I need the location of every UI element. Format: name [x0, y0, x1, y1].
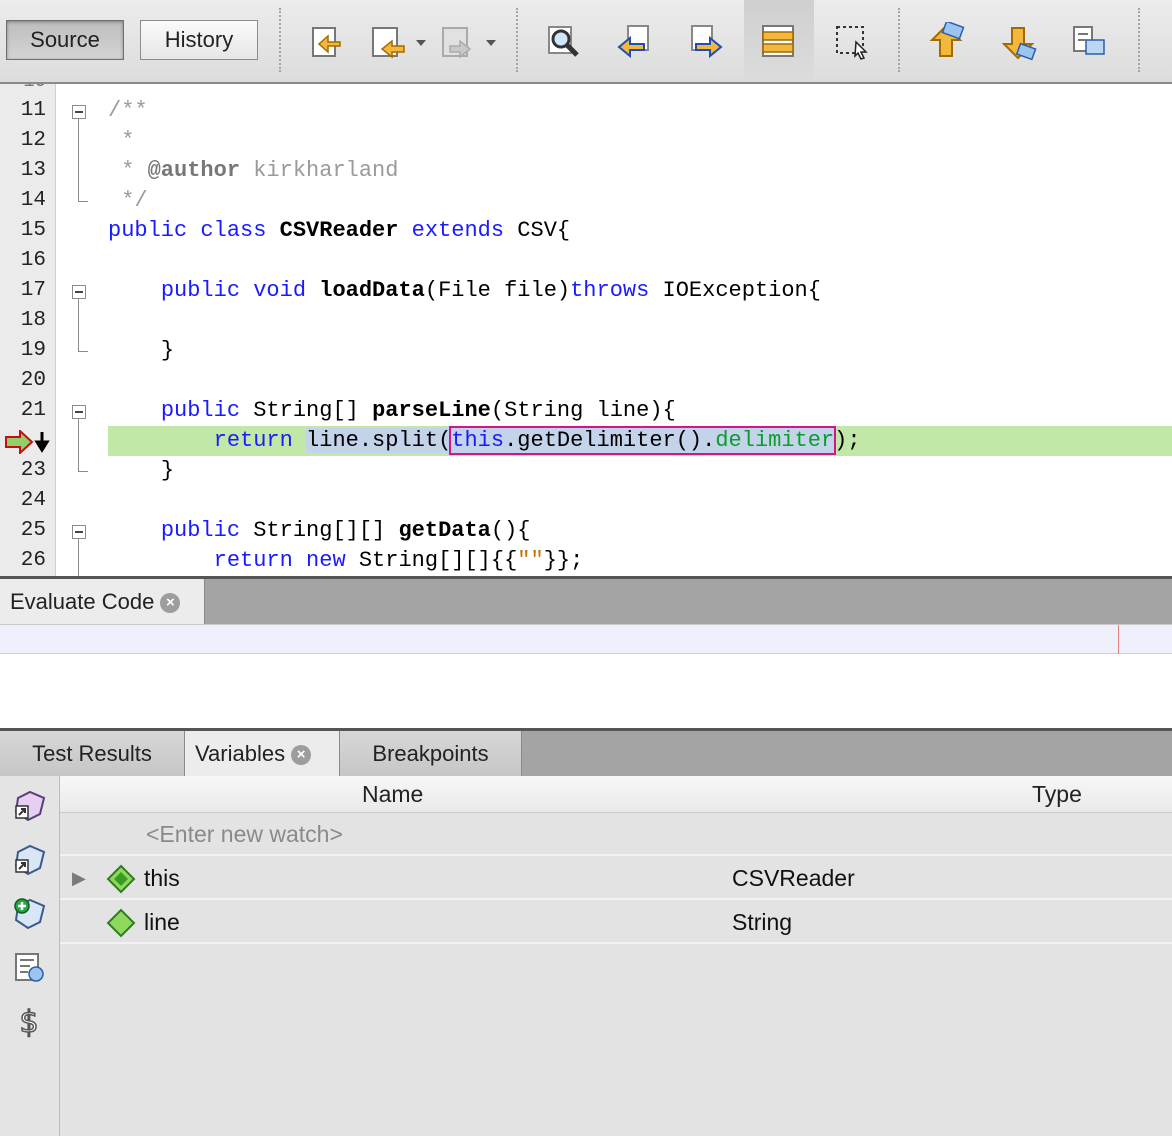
watch-placeholder: <Enter new watch>	[146, 821, 343, 847]
back-history-icon[interactable]	[370, 22, 426, 62]
fold-guide	[78, 119, 79, 201]
close-icon[interactable]: ×	[291, 745, 312, 766]
debug-tab-bar: Test Results Variables × Breakpoints	[0, 728, 1172, 776]
line-number: 15	[20, 219, 46, 242]
new-watch-icon[interactable]	[10, 894, 48, 932]
line-number: 19	[20, 339, 46, 362]
history-tab-button[interactable]: History	[140, 20, 258, 60]
code-line-15: public class CSVReader extends CSV{	[108, 218, 571, 243]
line-number: 18	[20, 309, 46, 332]
source-tab-button[interactable]: Source	[6, 20, 124, 60]
variable-name: line	[144, 909, 180, 935]
fold-column	[56, 84, 102, 576]
line-number: 12	[20, 129, 46, 152]
find-icon[interactable]	[544, 22, 584, 62]
tab-variables[interactable]: Variables ×	[185, 731, 340, 776]
fold-toggle-icon[interactable]	[72, 105, 86, 119]
code-line-11: /**	[108, 98, 148, 123]
forward-history-icon[interactable]	[440, 22, 496, 62]
code-line-19: }	[160, 338, 175, 363]
svg-text:$: $	[19, 1005, 38, 1040]
line-number: 24	[20, 489, 46, 512]
line-number: 25	[20, 519, 46, 542]
evaluated-expression-box: this.getDelimiter().delimiter	[449, 426, 837, 455]
toolbar-separator	[898, 8, 900, 72]
shift-left-icon[interactable]	[1156, 22, 1172, 62]
variable-type: String	[732, 909, 793, 935]
line-number: 21	[20, 399, 46, 422]
tab-label: Variables	[195, 741, 286, 766]
line-number: 23	[20, 459, 46, 482]
line-number: 26	[20, 549, 46, 572]
fold-guide	[78, 201, 88, 202]
selected-expression: line.split(this.getDelimiter().delimiter	[306, 426, 837, 455]
code-line-21: public String[] parseLine(String line){	[160, 398, 676, 423]
line-number: 17	[20, 279, 46, 302]
variable-type: CSVReader	[732, 865, 855, 891]
line-number-gutter: 10 11 12 13 14 15 16 17 18 19 20 21 23 2…	[0, 84, 56, 576]
close-icon[interactable]: ×	[160, 593, 181, 614]
toolbar-separator	[516, 8, 518, 72]
fold-guide	[78, 539, 79, 576]
fold-guide	[78, 471, 88, 472]
code-line-12: *	[121, 128, 135, 153]
code-line-13: * @author kirkharland	[121, 158, 399, 183]
code-line-25: public String[][] getData(){	[160, 518, 531, 543]
step-into-icon[interactable]	[10, 840, 48, 878]
find-previous-icon[interactable]	[614, 22, 654, 62]
fold-guide	[78, 299, 79, 351]
line-number: 20	[20, 369, 46, 392]
line-number: 14	[20, 189, 46, 212]
code-line-22: return line.split(this.getDelimiter().de…	[213, 426, 861, 455]
field-diamond-icon	[106, 908, 136, 952]
column-header-name[interactable]: Name	[362, 776, 423, 812]
editor-toolbar: Source History	[0, 0, 1172, 84]
fold-toggle-icon[interactable]	[72, 405, 86, 419]
toolbar-separator	[279, 8, 281, 72]
right-margin-line	[1118, 625, 1119, 655]
fold-guide	[78, 351, 88, 352]
code-line-23: }	[160, 458, 175, 483]
table-row[interactable]: line String	[60, 900, 1172, 944]
step-out-icon[interactable]	[10, 786, 48, 824]
tab-label: Evaluate Code	[10, 589, 155, 614]
evaluate-code-input[interactable]	[0, 624, 1172, 655]
code-line-14: */	[121, 188, 148, 213]
variables-side-toolbar: $	[0, 776, 60, 1136]
dollar-icon[interactable]: $	[10, 1002, 48, 1040]
evaluate-code-area[interactable]	[0, 654, 1172, 728]
variables-table: Name Type <Enter new watch> ▶ this CSVRe…	[60, 776, 1172, 1136]
code-editor[interactable]: 10 11 12 13 14 15 16 17 18 19 20 21 23 2…	[0, 84, 1172, 576]
toggle-bookmark-icon[interactable]	[1068, 22, 1108, 62]
evaluate-expression-icon[interactable]	[10, 948, 48, 986]
expand-arrow-icon[interactable]: ▶	[72, 856, 86, 900]
toolbar-separator	[1138, 8, 1140, 72]
find-next-icon[interactable]	[686, 22, 726, 62]
table-header: Name Type	[60, 776, 1172, 813]
code-line-17: public void loadData(File file)throws IO…	[160, 278, 821, 303]
previous-bookmark-icon[interactable]	[926, 22, 966, 62]
code-line-26: return new String[][]{{""}};	[213, 548, 584, 573]
table-row[interactable]: ▶ this CSVReader	[60, 856, 1172, 900]
program-counter-icon	[4, 428, 52, 459]
new-watch-row[interactable]: <Enter new watch>	[60, 812, 1172, 856]
tab-test-results[interactable]: Test Results	[0, 731, 185, 776]
line-number-partial: 10	[0, 84, 46, 96]
line-number: 13	[20, 159, 46, 182]
fold-toggle-icon[interactable]	[72, 285, 86, 299]
rectangular-selection-icon[interactable]	[832, 22, 872, 62]
toggle-highlight-search-icon[interactable]	[744, 0, 814, 80]
last-edit-icon[interactable]	[306, 22, 346, 62]
evaluate-tab-bar: Evaluate Code ×	[0, 576, 1172, 624]
line-number: 16	[20, 249, 46, 272]
variable-name: this	[144, 865, 180, 891]
tab-evaluate-code[interactable]: Evaluate Code ×	[0, 579, 205, 624]
tab-breakpoints[interactable]: Breakpoints	[340, 731, 522, 776]
column-header-type[interactable]: Type	[1032, 776, 1082, 812]
fold-toggle-icon[interactable]	[72, 525, 86, 539]
line-number: 11	[20, 99, 46, 122]
next-bookmark-icon[interactable]	[998, 22, 1038, 62]
fold-guide	[78, 419, 79, 471]
